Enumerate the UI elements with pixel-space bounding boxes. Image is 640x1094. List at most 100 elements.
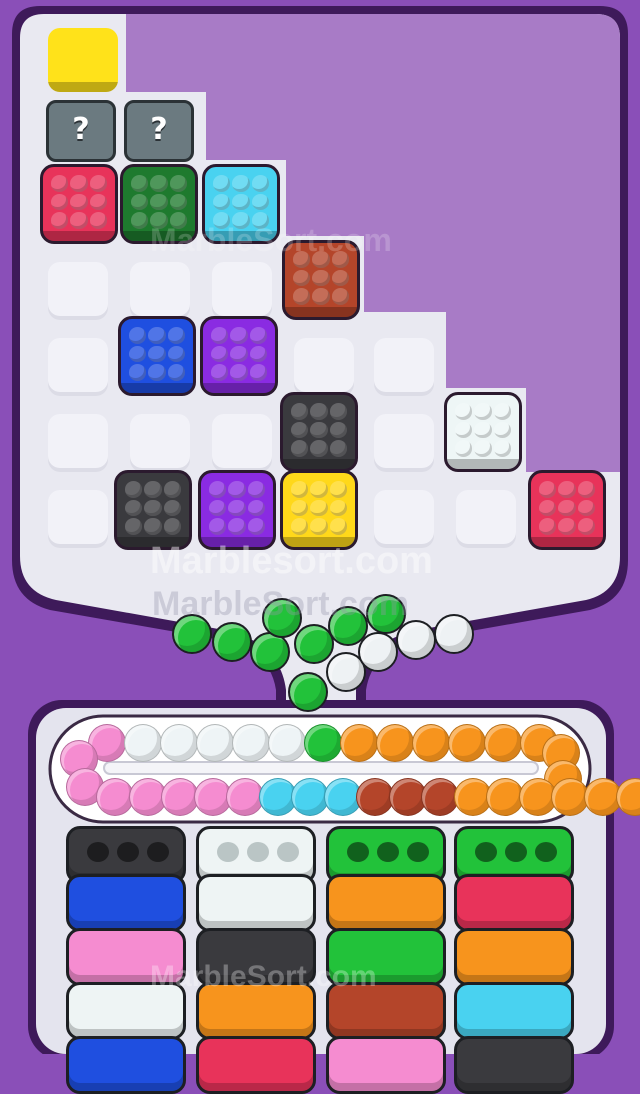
box-slot xyxy=(407,842,429,862)
marble-slot xyxy=(148,327,166,344)
mystery-block[interactable]: ? xyxy=(46,100,116,162)
marble-slot xyxy=(232,175,250,192)
box-slot xyxy=(247,842,269,862)
watermark: MarbleSort.com xyxy=(152,585,409,623)
red-marble-block[interactable] xyxy=(528,470,606,550)
green-marble xyxy=(288,672,328,712)
marble-slot xyxy=(577,481,595,498)
marble-slot xyxy=(89,193,107,211)
box-slot xyxy=(217,842,239,862)
marble-slot xyxy=(131,175,149,192)
marble-slot xyxy=(230,327,248,344)
marble-slot xyxy=(211,327,229,344)
marble-slot xyxy=(539,518,557,535)
marble-slot xyxy=(150,193,168,211)
conveyor-marble xyxy=(268,724,306,762)
marble-slot xyxy=(558,518,576,535)
marble-slot xyxy=(230,345,248,363)
empty-grid-cell xyxy=(374,414,434,472)
marble-slot xyxy=(249,345,267,363)
marble-slot xyxy=(51,212,69,229)
conveyor-marble xyxy=(304,724,342,762)
marble-slot xyxy=(539,499,557,517)
purple-marble-block[interactable] xyxy=(200,316,278,396)
box-slot xyxy=(147,842,169,862)
marble-slot xyxy=(251,193,269,211)
marble-slot xyxy=(455,440,473,457)
marble-slot xyxy=(129,364,147,381)
marble-slot xyxy=(144,499,162,517)
marble-slot xyxy=(213,193,231,211)
marble-slot xyxy=(329,518,347,535)
marble-slot xyxy=(329,499,347,517)
blue-collection-box xyxy=(66,874,186,932)
empty-grid-cell xyxy=(456,490,516,548)
marble-slot xyxy=(474,440,492,457)
marble-slot xyxy=(329,421,347,439)
empty-grid-cell xyxy=(130,414,190,472)
marble-slot xyxy=(70,175,88,192)
marble-slot xyxy=(247,518,265,535)
red-marble-block[interactable] xyxy=(40,164,118,244)
charcoal-marble-block[interactable] xyxy=(114,470,192,550)
marble-slot xyxy=(131,193,149,211)
marble-slot xyxy=(577,518,595,535)
marble-slot xyxy=(493,440,511,457)
marble-slot xyxy=(329,403,347,420)
empty-grid-cell xyxy=(48,262,108,320)
marble-slot xyxy=(493,403,511,420)
box-slot xyxy=(475,842,497,862)
blue-marble-block[interactable] xyxy=(118,316,196,396)
marble-slot xyxy=(125,481,143,498)
marble-slot xyxy=(70,212,88,229)
conveyor-marble xyxy=(484,724,522,762)
white-marble xyxy=(358,632,398,672)
marble-slot xyxy=(331,269,349,287)
marble-slot xyxy=(89,175,107,192)
conveyor-marble xyxy=(196,724,234,762)
marble-slot xyxy=(249,364,267,381)
marble-slot xyxy=(293,288,311,305)
marble-slot xyxy=(474,403,492,420)
yellow-marble-block[interactable] xyxy=(280,470,358,550)
marble-slot xyxy=(169,193,187,211)
charcoal-marble-block[interactable] xyxy=(280,392,358,472)
marble-slot xyxy=(291,518,309,535)
marble-slot xyxy=(209,499,227,517)
marble-slot xyxy=(312,269,330,287)
marble-slot xyxy=(310,481,328,498)
watermark: MarbleSort.com xyxy=(150,960,377,993)
marble-slot xyxy=(291,403,309,420)
conveyor-marble xyxy=(160,724,198,762)
marble-slot xyxy=(558,481,576,498)
marble-slot xyxy=(211,345,229,363)
purple-marble-block[interactable] xyxy=(198,470,276,550)
conveyor-marble xyxy=(412,724,450,762)
marble-slot xyxy=(329,440,347,457)
conveyor-marble xyxy=(340,724,378,762)
yellow-marble-block[interactable] xyxy=(48,28,118,92)
marble-slot xyxy=(211,364,229,381)
mystery-block[interactable]: ? xyxy=(124,100,194,162)
marble-slot xyxy=(310,403,328,420)
marble-slot xyxy=(493,421,511,439)
marble-slot xyxy=(455,421,473,439)
orange-collection-box xyxy=(326,874,446,932)
marble-slot xyxy=(131,212,149,229)
marble-slot xyxy=(291,481,309,498)
box-slot xyxy=(535,842,557,862)
marble-slot xyxy=(329,481,347,498)
marble-slot xyxy=(474,421,492,439)
marble-slot xyxy=(148,364,166,381)
conveyor-marble xyxy=(232,724,270,762)
marble-slot xyxy=(247,481,265,498)
marble-slot xyxy=(310,518,328,535)
green-marble xyxy=(250,632,290,672)
white-marble-block[interactable] xyxy=(444,392,522,472)
blue-collection-box xyxy=(66,1036,186,1094)
box-slot xyxy=(277,842,299,862)
empty-grid-cell xyxy=(374,338,434,396)
marble-slot xyxy=(209,481,227,498)
marble-slot xyxy=(228,499,246,517)
marble-slot xyxy=(167,345,185,363)
